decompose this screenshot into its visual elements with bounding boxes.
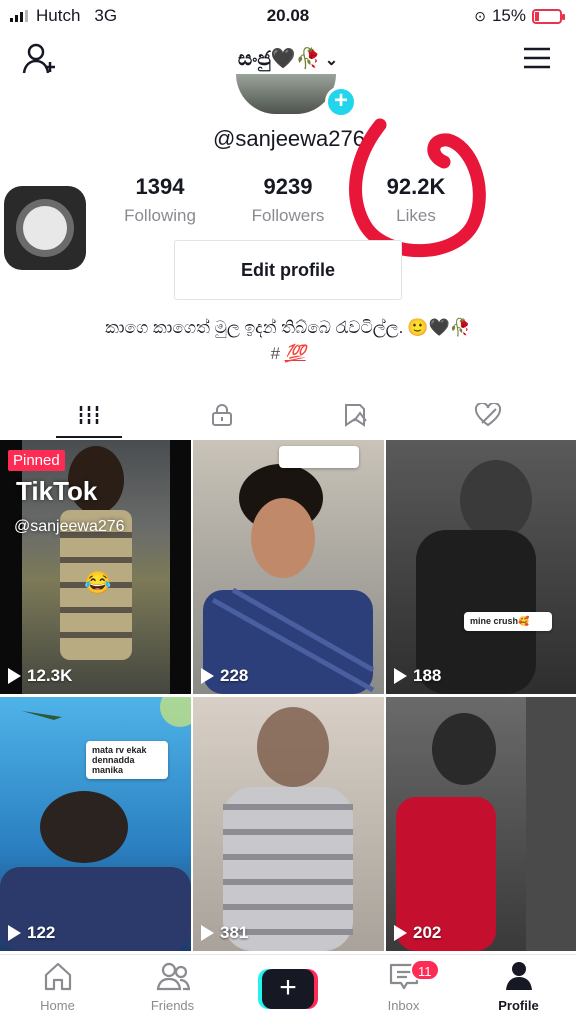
menu-button[interactable] <box>522 46 552 70</box>
views-3: 188 <box>413 666 442 685</box>
bottom-nav: Home Friends + Inbox 11 Profile <box>0 954 576 1024</box>
video-thumbnail-4 <box>0 697 191 951</box>
comment-bubble-3: mine crush🥰 <box>464 612 552 631</box>
hashtag-prefix: # <box>270 344 285 363</box>
video-grid: Pinned TikTok @sanjeewa276 😂 12.3K 228 m… <box>0 440 576 952</box>
view-count-3: 188 <box>394 666 441 686</box>
tab-videos[interactable] <box>17 390 161 440</box>
edit-profile-button[interactable]: Edit profile <box>174 240 402 300</box>
nav-profile-label: Profile <box>498 998 539 1013</box>
play-icon <box>394 668 407 684</box>
view-count-4: 122 <box>8 923 55 943</box>
tab-private[interactable] <box>150 390 294 440</box>
video-tile-1[interactable]: Pinned TikTok @sanjeewa276 😂 12.3K <box>0 440 191 694</box>
profile-tabs <box>0 390 576 440</box>
nav-friends-label: Friends <box>150 998 195 1013</box>
video-thumbnail-5 <box>223 707 353 951</box>
play-icon <box>8 668 21 684</box>
lock-icon <box>212 404 232 426</box>
views-5: 381 <box>220 923 249 942</box>
video-thumbnail-3 <box>416 460 536 694</box>
video-tile-3[interactable]: mine crush🥰 188 <box>386 440 576 694</box>
orientation-lock-icon: ⊙ <box>474 7 486 24</box>
views-6: 202 <box>413 923 442 942</box>
plus-icon: + <box>262 969 314 1009</box>
battery-icon <box>532 8 565 24</box>
nav-home-label: Home <box>40 998 75 1013</box>
hamburger-icon <box>524 47 550 69</box>
play-icon <box>8 925 21 941</box>
nav-inbox[interactable]: Inbox <box>346 961 461 1013</box>
status-bar: Hutch 3G 20.08 ⊙ 15% <box>0 0 576 32</box>
view-count-5: 381 <box>201 923 248 943</box>
nav-profile[interactable]: Profile <box>461 961 576 1013</box>
play-icon <box>394 925 407 941</box>
username: @sanjeewa276 <box>213 126 365 151</box>
avatar-add-icon[interactable]: + <box>325 86 357 118</box>
video-tile-4[interactable]: mata rv ekak dennadda manika 122 <box>0 697 191 951</box>
comment-bubble-2 <box>279 446 359 468</box>
home-icon <box>44 962 71 991</box>
tab-favorites[interactable] <box>283 390 427 440</box>
video-tile-6[interactable]: 202 <box>386 697 576 951</box>
nav-home[interactable]: Home <box>0 961 115 1013</box>
video-tile-2[interactable]: 228 <box>193 440 384 694</box>
profile-icon <box>505 962 532 990</box>
bio-emojis: 🙂🖤🥀 <box>407 318 471 337</box>
stat-likes[interactable]: 92.2K Likes <box>341 174 491 226</box>
play-icon <box>201 925 214 941</box>
comment-text-4: mata rv ekak dennadda manika <box>92 745 147 775</box>
avatar[interactable] <box>236 74 336 114</box>
comment-bubble-4: mata rv ekak dennadda manika <box>86 741 168 779</box>
create-button[interactable]: + <box>258 969 318 1009</box>
friends-icon <box>156 962 190 991</box>
video-thumbnail-2 <box>203 464 375 694</box>
status-right: ⊙ 15% <box>474 6 565 26</box>
profile-display-name: සංජු🖤🥀 <box>237 48 321 70</box>
hashtag-text: 💯 <box>284 344 306 363</box>
view-count-1: 12.3K <box>8 666 72 686</box>
likes-count: 92.2K <box>386 174 446 199</box>
bookmark-hidden-icon <box>345 404 367 427</box>
assistive-touch-icon <box>16 199 74 257</box>
chevron-down-icon: ⌄ <box>324 52 339 69</box>
assistive-touch-button[interactable] <box>4 186 86 270</box>
inbox-badge: 11 <box>410 959 440 981</box>
laughing-emoji-icon: 😂 <box>84 570 112 595</box>
bio-hashtag[interactable]: # 💯 <box>0 344 576 364</box>
likes-label: Likes <box>396 206 436 225</box>
tiktok-watermark: TikTok <box>16 476 98 506</box>
video-tile-5[interactable]: 381 <box>193 697 384 951</box>
watermark-username: @sanjeewa276 <box>14 518 125 535</box>
play-icon <box>201 668 214 684</box>
bio-text: කාගෙ කාගෙත් මුල ඉදන් තිබ්බෙ රැවටිල්ල. 🙂🖤🥀 <box>0 318 576 338</box>
heart-hidden-icon <box>474 403 502 427</box>
comment-text-3: mine crush🥰 <box>470 616 530 626</box>
battery-fill <box>535 11 539 21</box>
tab-liked[interactable] <box>416 390 560 440</box>
nav-friends[interactable]: Friends <box>115 961 230 1013</box>
video-thumbnail-6 <box>396 697 576 951</box>
active-tab-indicator <box>56 436 122 438</box>
profile-name-dropdown[interactable]: සංජු🖤🥀 ⌄ <box>0 46 576 71</box>
bio-line: කාගෙ කාගෙත් මුල ඉදන් තිබ්බෙ රැවටිල්ල. <box>105 318 404 337</box>
battery-percent: 15% <box>491 6 526 25</box>
view-count-2: 228 <box>201 666 248 686</box>
grid-icon <box>79 406 99 424</box>
views-4: 122 <box>27 923 56 942</box>
views-1: 12.3K <box>27 666 73 685</box>
view-count-6: 202 <box>394 923 441 943</box>
pinned-badge: Pinned <box>8 450 65 471</box>
views-2: 228 <box>220 666 249 685</box>
nav-inbox-label: Inbox <box>387 998 420 1013</box>
